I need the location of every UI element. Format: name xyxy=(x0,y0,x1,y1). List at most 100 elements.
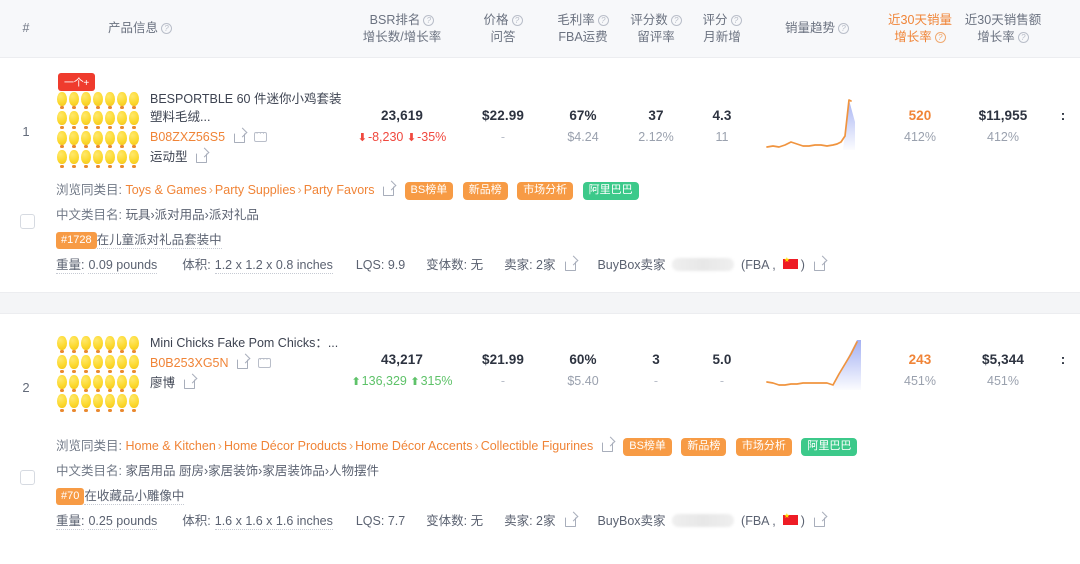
breadcrumb-item[interactable]: Party Favors xyxy=(304,183,375,197)
volume-value: 1.6 x 1.6 x 1.6 inches xyxy=(215,514,333,530)
product-brand[interactable]: 运动型 xyxy=(150,150,188,164)
column-header-bsr[interactable]: BSR排名? 增长数/增长率 xyxy=(342,12,462,46)
product-asin[interactable]: B08ZXZ56S5 xyxy=(150,127,225,147)
sales-trend-chart[interactable] xyxy=(754,76,880,158)
help-icon[interactable]: ? xyxy=(598,15,609,26)
breadcrumb-item[interactable]: Party Supplies xyxy=(215,183,296,197)
breadcrumb-item[interactable]: Home & Kitchen xyxy=(125,439,215,453)
tag-bs-ranking[interactable]: BS榜单 xyxy=(405,182,454,200)
breadcrumb[interactable]: Toys & Games›Party Supplies›Party Favors xyxy=(125,183,374,197)
external-link-icon[interactable] xyxy=(184,376,196,388)
product-thumbnail-wrap[interactable] xyxy=(56,332,140,412)
product-asin-line: B0B253XG5N xyxy=(150,352,342,373)
chick-glyph xyxy=(104,110,116,130)
chick-glyph xyxy=(56,110,68,130)
breadcrumb[interactable]: Home & Kitchen›Home Décor Products›Home … xyxy=(125,439,593,453)
product-title[interactable]: Mini Chicks Fake Pom Chicks：... xyxy=(150,334,342,352)
chinese-category-item: 玩具 xyxy=(125,208,150,222)
overflow-cell: : xyxy=(1046,332,1080,370)
tag-new-ranking[interactable]: 新品榜 xyxy=(463,182,508,200)
tag-alibaba[interactable]: 阿里巴巴 xyxy=(583,182,639,200)
bsr-delta-count: -8,230 xyxy=(368,130,403,144)
help-icon[interactable]: ? xyxy=(935,32,946,43)
chick-glyph xyxy=(116,373,128,393)
breadcrumb-item[interactable]: Toys & Games xyxy=(125,183,206,197)
column-header-gross-margin[interactable]: 毛利率? FBA运费 xyxy=(544,12,622,46)
chick-glyph xyxy=(104,354,116,374)
row-checkbox[interactable] xyxy=(20,214,35,229)
product-image[interactable] xyxy=(56,90,140,168)
column-header-rating[interactable]: 评分? 月新增 xyxy=(690,12,754,46)
column-header-revenue-30d[interactable]: 近30天销售额 增长率? xyxy=(960,12,1046,46)
help-icon[interactable]: ? xyxy=(512,15,523,26)
product-brand[interactable]: 廖博 xyxy=(150,376,175,390)
tag-market-analysis[interactable]: 市场分析 xyxy=(517,182,573,200)
help-icon[interactable]: ? xyxy=(731,15,742,26)
chick-glyph xyxy=(116,110,128,130)
chick-glyph xyxy=(92,334,104,354)
column-header-sales-30d[interactable]: 近30天销量 增长率? xyxy=(880,12,960,46)
external-link-icon[interactable] xyxy=(565,258,577,270)
external-link-icon[interactable] xyxy=(196,150,208,162)
column-header-index[interactable]: # xyxy=(0,20,52,37)
external-link-icon[interactable] xyxy=(234,130,246,142)
column-header-trend-line1: 销量趋势? xyxy=(754,20,880,37)
rating-value: 4.3 xyxy=(690,106,754,126)
table-row-main: 2 Mini Chicks Fake Pom Chicks：... B0B253… xyxy=(0,314,1080,426)
external-link-icon[interactable] xyxy=(814,514,826,526)
rating-count-cell: 3 - xyxy=(622,332,690,392)
comment-icon[interactable] xyxy=(258,356,270,368)
help-icon[interactable]: ? xyxy=(161,23,172,34)
revenue-30d-value: $5,344 xyxy=(960,350,1046,370)
tag-new-ranking[interactable]: 新品榜 xyxy=(681,438,726,456)
comment-icon[interactable] xyxy=(254,130,266,142)
breadcrumb-separator: › xyxy=(298,183,302,197)
chick-glyph xyxy=(104,334,116,354)
bsr-cell: 23,619 ⬇-8,230 ⬇-35% xyxy=(342,76,462,149)
product-title[interactable]: BESPORTBLE 60 件迷你小鸡套装塑料毛绒... xyxy=(150,90,342,126)
chick-glyph xyxy=(68,393,80,413)
weight-value: 0.09 pounds xyxy=(88,258,157,274)
external-link-icon[interactable] xyxy=(383,183,395,195)
row-checkbox[interactable] xyxy=(20,470,35,485)
breadcrumb-item[interactable]: Collectible Figurines xyxy=(481,439,594,453)
breadcrumb-item[interactable]: Home Décor Products xyxy=(224,439,347,453)
tag-alibaba[interactable]: 阿里巴巴 xyxy=(801,438,857,456)
product-thumbnail-wrap[interactable]: 一个+ xyxy=(56,76,140,168)
chick-glyph xyxy=(56,129,68,149)
rating-cell: 5.0 - xyxy=(690,332,754,392)
external-link-icon[interactable] xyxy=(565,514,577,526)
table-header-row: # 产品信息? BSR排名? 增长数/增长率 价格? 问答 毛利率? FBA运费… xyxy=(0,0,1080,58)
meta-line: 重量:0.25 pounds 体积:1.6 x 1.6 x 1.6 inches… xyxy=(56,509,1080,534)
column-header-a30-line1: 近30天销售额 xyxy=(960,12,1046,29)
sales-trend-chart[interactable] xyxy=(754,332,880,404)
gross-margin-value: 60% xyxy=(544,350,622,370)
help-icon[interactable]: ? xyxy=(423,15,434,26)
rating-new-value: 11 xyxy=(690,126,754,148)
chick-glyph xyxy=(56,393,68,413)
product-asin[interactable]: B0B253XG5N xyxy=(150,353,229,373)
column-header-rating-count[interactable]: 评分数? 留评率 xyxy=(622,12,690,46)
tag-market-analysis[interactable]: 市场分析 xyxy=(736,438,792,456)
chick-glyph xyxy=(128,354,140,374)
column-header-price[interactable]: 价格? 问答 xyxy=(462,12,544,46)
overflow-cell: : xyxy=(1046,76,1080,126)
weight-label: 重量: xyxy=(56,258,84,274)
chick-glyph xyxy=(56,90,68,110)
chick-glyph xyxy=(128,334,140,354)
fba-fee-value: $5.40 xyxy=(544,370,622,392)
chick-glyph xyxy=(128,129,140,149)
product-image[interactable] xyxy=(56,334,140,412)
column-header-sales-trend[interactable]: 销量趋势? xyxy=(754,20,880,37)
tag-bs-ranking[interactable]: BS榜单 xyxy=(623,438,672,456)
external-link-icon[interactable] xyxy=(814,258,826,270)
external-link-icon[interactable] xyxy=(237,356,249,368)
external-link-icon[interactable] xyxy=(602,439,614,451)
column-header-product-label: 产品信息 xyxy=(108,21,158,35)
help-icon[interactable]: ? xyxy=(1018,32,1029,43)
column-header-product[interactable]: 产品信息? xyxy=(52,20,342,37)
help-icon[interactable]: ? xyxy=(671,15,682,26)
breadcrumb-item[interactable]: Home Décor Accents xyxy=(355,439,472,453)
help-icon[interactable]: ? xyxy=(838,23,849,34)
buybox-label: BuyBox卖家 xyxy=(597,258,665,272)
